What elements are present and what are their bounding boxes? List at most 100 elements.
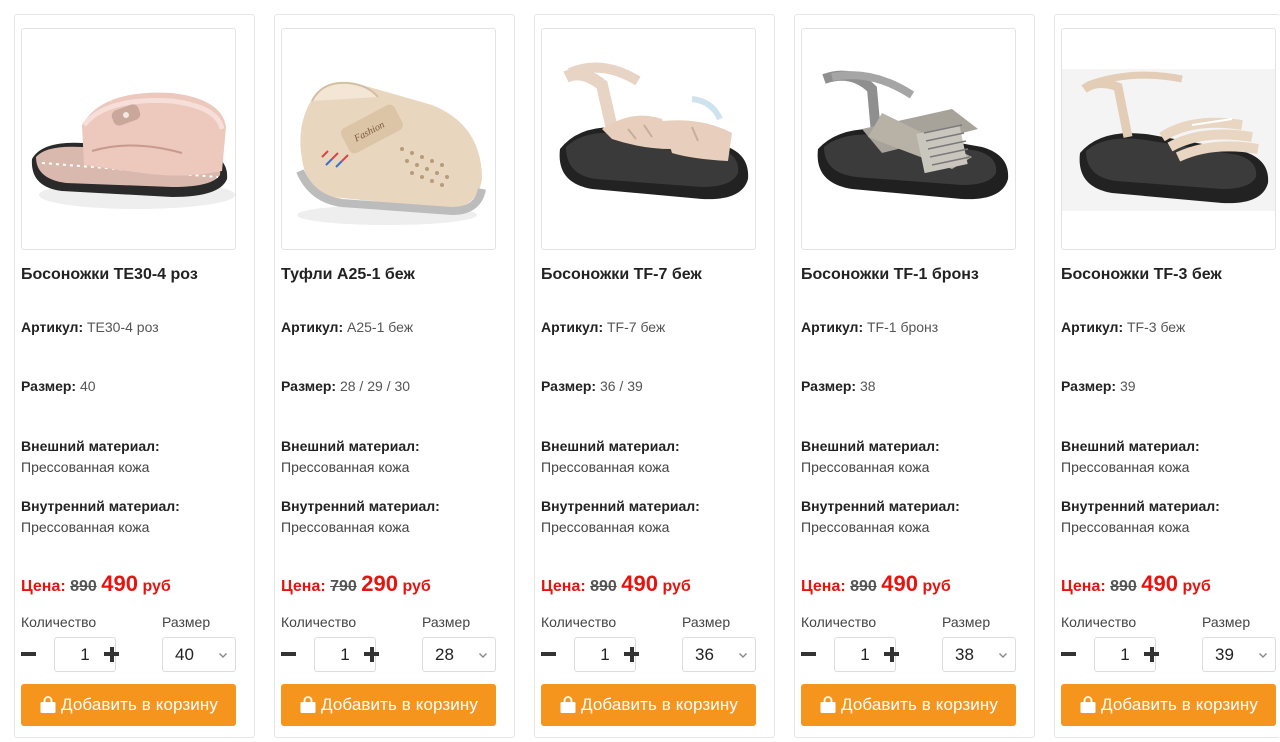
size-value: 39 xyxy=(1119,378,1136,394)
currency: руб xyxy=(1182,578,1211,595)
new-price: 490 xyxy=(101,571,138,596)
old-price: 890 xyxy=(70,578,97,595)
outer-material-label: Внешний материал: xyxy=(801,438,940,454)
shopping-bag-icon xyxy=(300,696,316,713)
article-label: Артикул: xyxy=(1061,319,1124,335)
add-to-cart-button[interactable]: Добавить в корзину xyxy=(541,684,756,726)
article-value: TF-1 бронз xyxy=(867,319,939,335)
product-title[interactable]: Босоножки TE30-4 роз xyxy=(21,266,198,284)
size-info-label: Размер: xyxy=(1061,378,1117,394)
increase-quantity-button[interactable] xyxy=(1142,639,1164,669)
size-select[interactable]: 39 xyxy=(1202,637,1276,672)
quantity-label: Количество xyxy=(801,614,877,630)
size-row: Размер: 40 xyxy=(21,378,96,394)
outer-material-value: Прессованная кожа xyxy=(1061,459,1190,475)
product-image[interactable]: Fashion xyxy=(281,28,496,250)
size-select-value: 28 xyxy=(435,645,454,664)
size-info-label: Размер: xyxy=(541,378,597,394)
add-to-cart-button[interactable]: Добавить в корзину xyxy=(801,684,1016,726)
beige-strap-sandal-image xyxy=(559,62,749,200)
shopping-bag-icon xyxy=(820,696,836,713)
decrease-quantity-button[interactable] xyxy=(799,639,821,669)
product-grid: Босоножки TE30-4 роз Артикул: TE30-4 роз… xyxy=(0,0,1280,742)
pink-slide-sandal-image xyxy=(31,92,235,209)
size-select-label: Размер xyxy=(682,614,731,630)
price-row: Цена: 890 490 руб xyxy=(541,571,691,597)
article-label: Артикул: xyxy=(801,319,864,335)
article-value: TF-3 беж xyxy=(1127,319,1186,335)
article-label: Артикул: xyxy=(281,319,344,335)
size-select-label: Размер xyxy=(422,614,471,630)
size-row: Размер: 36 / 39 xyxy=(541,378,643,394)
shopping-bag-icon xyxy=(40,696,56,713)
old-price: 790 xyxy=(330,578,357,595)
beige-perforated-shoe-image: Fashion xyxy=(296,81,486,225)
size-select[interactable]: 36 xyxy=(682,637,756,672)
article-value: TE30-4 роз xyxy=(87,319,159,335)
quantity-label: Количество xyxy=(281,614,357,630)
article-row: Артикул: A25-1 беж xyxy=(281,319,413,335)
increase-quantity-button[interactable] xyxy=(362,639,384,669)
old-price: 890 xyxy=(1110,578,1137,595)
product-title[interactable]: Туфли A25-1 беж xyxy=(281,266,415,284)
product-image[interactable] xyxy=(541,28,756,250)
inner-material-label: Внутренний материал: xyxy=(541,498,700,514)
product-image[interactable] xyxy=(1061,28,1276,250)
shopping-bag-icon xyxy=(1080,696,1096,713)
size-select[interactable]: 40 xyxy=(162,637,236,672)
shopping-bag-icon xyxy=(560,696,576,713)
price-row: Цена: 790 290 руб xyxy=(281,571,431,597)
size-select-value: 39 xyxy=(1215,645,1234,664)
product-card: Босоножки TF-1 бронз Артикул: TF-1 бронз… xyxy=(794,14,1035,738)
quantity-label: Количество xyxy=(541,614,617,630)
outer-material-value: Прессованная кожа xyxy=(281,459,410,475)
product-card: Босоножки TF-7 беж Артикул: TF-7 беж Раз… xyxy=(534,14,775,738)
old-price: 890 xyxy=(590,578,617,595)
add-to-cart-button[interactable]: Добавить в корзину xyxy=(281,684,496,726)
increase-quantity-button[interactable] xyxy=(882,639,904,669)
chevron-down-icon xyxy=(999,653,1007,658)
outer-material-label: Внешний материал: xyxy=(21,438,160,454)
inner-material-label: Внутренний материал: xyxy=(1061,498,1220,514)
decrease-quantity-button[interactable] xyxy=(279,639,301,669)
currency: руб xyxy=(922,578,951,595)
inner-material-label: Внутренний материал: xyxy=(801,498,960,514)
outer-material-label: Внешний материал: xyxy=(541,438,680,454)
size-select-value: 40 xyxy=(175,645,194,664)
size-info-label: Размер: xyxy=(801,378,857,394)
product-title[interactable]: Босоножки TF-1 бронз xyxy=(801,266,979,284)
chevron-down-icon xyxy=(479,653,487,658)
price-label: Цена: xyxy=(1061,578,1106,595)
product-title[interactable]: Босоножки TF-7 беж xyxy=(541,266,702,284)
inner-material-value: Прессованная кожа xyxy=(21,519,150,535)
inner-material-value: Прессованная кожа xyxy=(1061,519,1190,535)
price-label: Цена: xyxy=(21,578,66,595)
size-value: 38 xyxy=(859,378,876,394)
add-to-cart-button[interactable]: Добавить в корзину xyxy=(1061,684,1276,726)
add-to-cart-button[interactable]: Добавить в корзину xyxy=(21,684,236,726)
product-title[interactable]: Босоножки TF-3 беж xyxy=(1061,266,1222,284)
increase-quantity-button[interactable] xyxy=(622,639,644,669)
decrease-quantity-button[interactable] xyxy=(539,639,561,669)
size-info-label: Размер: xyxy=(21,378,77,394)
price-row: Цена: 890 490 руб xyxy=(21,571,171,597)
product-image[interactable] xyxy=(21,28,236,250)
inner-material-value: Прессованная кожа xyxy=(801,519,930,535)
beige-multi-strap-sandal-image xyxy=(1062,69,1275,211)
size-value: 28 / 29 / 30 xyxy=(339,378,411,394)
new-price: 490 xyxy=(1141,571,1178,596)
increase-quantity-button[interactable] xyxy=(102,639,124,669)
decrease-quantity-button[interactable] xyxy=(19,639,41,669)
new-price: 490 xyxy=(621,571,658,596)
size-select[interactable]: 38 xyxy=(942,637,1016,672)
article-label: Артикул: xyxy=(541,319,604,335)
size-select[interactable]: 28 xyxy=(422,637,496,672)
price-label: Цена: xyxy=(281,578,326,595)
inner-material-value: Прессованная кожа xyxy=(281,519,410,535)
currency: руб xyxy=(662,578,691,595)
product-image[interactable] xyxy=(801,28,1016,250)
product-card: Босоножки TF-3 беж Артикул: TF-3 беж Раз… xyxy=(1054,14,1280,738)
outer-material-value: Прессованная кожа xyxy=(541,459,670,475)
add-to-cart-label: Добавить в корзину xyxy=(841,695,998,714)
decrease-quantity-button[interactable] xyxy=(1059,639,1081,669)
